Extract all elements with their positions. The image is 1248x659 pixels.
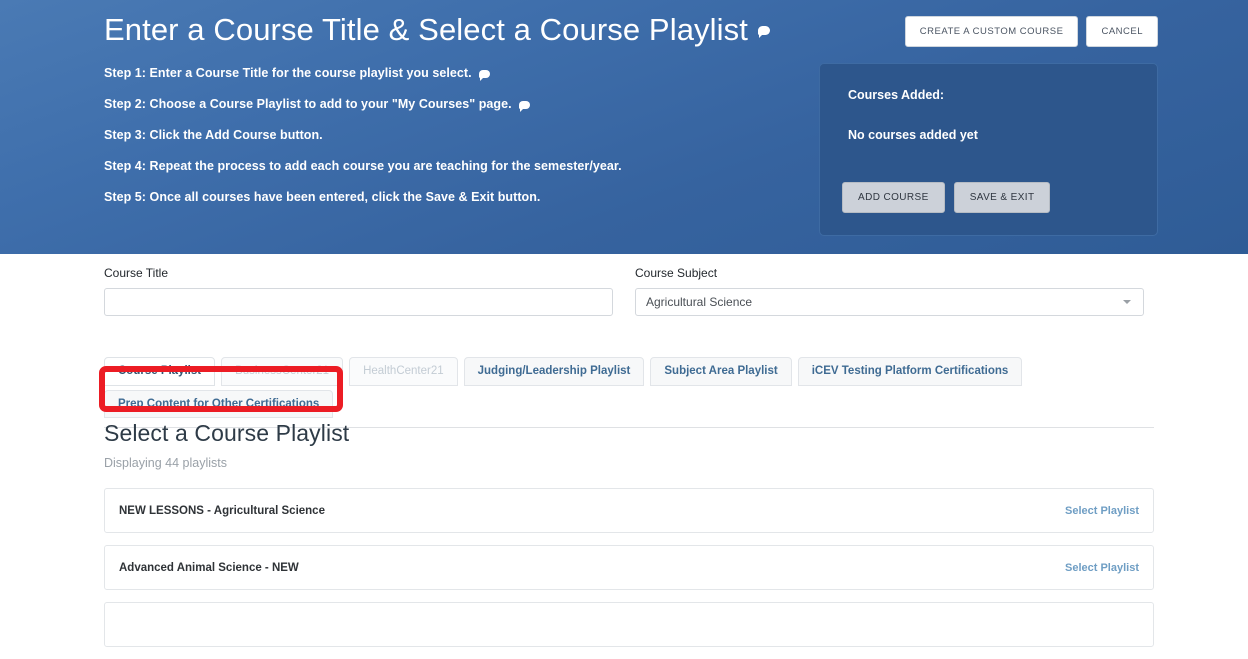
speech-bubble-icon[interactable] — [478, 69, 490, 81]
select-playlist-link[interactable]: Select Playlist — [1065, 505, 1139, 517]
steps-list: Step 1: Enter a Course Title for the cou… — [104, 66, 794, 221]
panel-actions: ADD COURSE SAVE & EXIT — [842, 182, 1051, 213]
page-title: Enter a Course Title & Select a Course P… — [104, 12, 770, 48]
course-title-input[interactable] — [104, 288, 613, 316]
page-header: Enter a Course Title & Select a Course P… — [0, 0, 1248, 254]
tab-subject-area-playlist[interactable]: Subject Area Playlist — [650, 357, 792, 386]
header-actions: CREATE A CUSTOM COURSE CANCEL — [904, 16, 1158, 47]
course-subject-select[interactable]: Agricultural Science — [635, 288, 1144, 316]
tab-judging-leadership-playlist[interactable]: Judging/Leadership Playlist — [463, 357, 645, 386]
select-playlist-link[interactable]: Select Playlist — [1065, 562, 1139, 574]
step-text: Step 3: Click the Add Course button. — [104, 128, 323, 142]
save-and-exit-button[interactable]: SAVE & EXIT — [953, 182, 1051, 213]
step-item: Step 3: Click the Add Course button. — [104, 128, 794, 143]
step-item: Step 5: Once all courses have been enter… — [104, 190, 794, 205]
course-subject-value: Agricultural Science — [646, 295, 753, 309]
courses-added-panel: Courses Added: No courses added yet ADD … — [819, 63, 1158, 236]
add-course-button[interactable]: ADD COURSE — [842, 182, 945, 213]
list-item[interactable]: Advanced Animal Science - NEW Select Pla… — [104, 545, 1154, 590]
step-text: Step 1: Enter a Course Title for the cou… — [104, 66, 472, 80]
playlist-results: Select a Course Playlist Displaying 44 p… — [104, 420, 1154, 659]
chevron-down-icon — [1123, 300, 1131, 304]
course-title-field: Course Title — [104, 266, 613, 316]
step-item: Step 2: Choose a Course Playlist to add … — [104, 97, 794, 112]
list-item[interactable]: NEW LESSONS - Agricultural Science Selec… — [104, 488, 1154, 533]
courses-added-empty-message: No courses added yet — [848, 128, 978, 142]
create-custom-course-button[interactable]: CREATE A CUSTOM COURSE — [904, 16, 1079, 47]
tab-healthcenter21[interactable]: HealthCenter21 — [349, 357, 458, 386]
course-form: Course Title Course Subject Agricultural… — [0, 266, 1248, 316]
list-item[interactable] — [104, 602, 1154, 647]
page-title-text: Enter a Course Title & Select a Course P… — [104, 12, 748, 47]
playlist-tabs-section: Course Playlist BusinessCenter21 HealthC… — [104, 357, 1154, 429]
results-title: Select a Course Playlist — [104, 420, 350, 446]
course-title-label: Course Title — [104, 266, 169, 280]
speech-bubble-icon[interactable] — [518, 100, 530, 112]
speech-bubble-icon[interactable] — [757, 25, 770, 38]
playlist-name: Advanced Animal Science - NEW — [119, 561, 299, 574]
step-text: Step 5: Once all courses have been enter… — [104, 190, 541, 204]
course-subject-label: Course Subject — [635, 266, 718, 280]
course-subject-field: Course Subject Agricultural Science — [635, 266, 1144, 316]
results-count: Displaying 44 playlists — [104, 456, 227, 470]
tab-prep-content-other-certifications[interactable]: Prep Content for Other Certifications — [104, 389, 334, 419]
playlist-name: NEW LESSONS - Agricultural Science — [119, 504, 325, 517]
tab-businesscenter21[interactable]: BusinessCenter21 — [221, 357, 344, 386]
tab-course-playlist[interactable]: Course Playlist — [104, 357, 216, 386]
step-text: Step 2: Choose a Course Playlist to add … — [104, 97, 512, 111]
step-text: Step 4: Repeat the process to add each c… — [104, 159, 622, 173]
playlist-tabs: Course Playlist BusinessCenter21 HealthC… — [104, 357, 1154, 419]
tab-icev-testing-platform-certifications[interactable]: iCEV Testing Platform Certifications — [797, 357, 1023, 386]
step-item: Step 1: Enter a Course Title for the cou… — [104, 66, 794, 81]
step-item: Step 4: Repeat the process to add each c… — [104, 159, 794, 174]
playlist-list: NEW LESSONS - Agricultural Science Selec… — [104, 488, 1154, 647]
courses-added-label: Courses Added: — [848, 88, 945, 102]
cancel-button[interactable]: CANCEL — [1086, 16, 1158, 47]
